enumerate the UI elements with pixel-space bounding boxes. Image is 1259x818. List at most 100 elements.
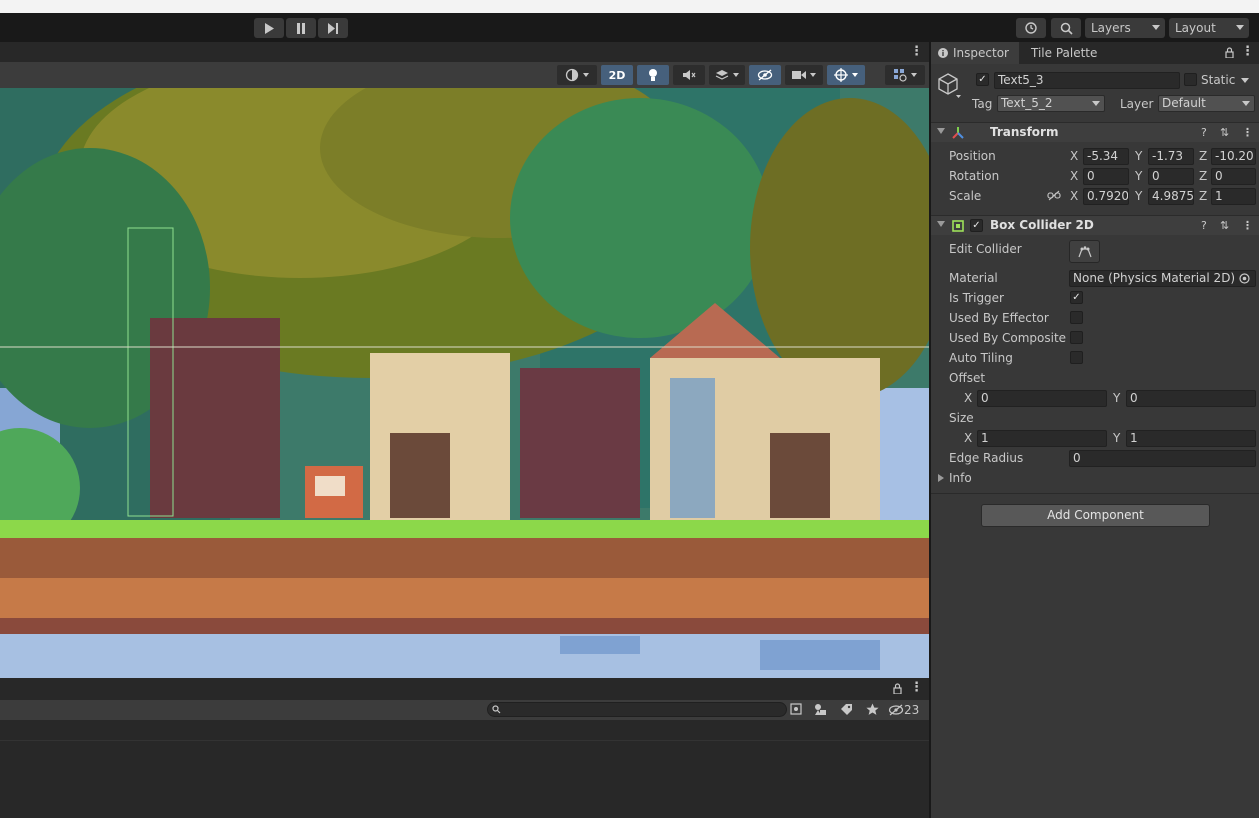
pause-button[interactable] (286, 18, 316, 38)
scene-view[interactable] (0, 88, 929, 678)
foldout-arrow-icon[interactable] (937, 128, 945, 134)
chevron-down-icon[interactable] (1241, 78, 1249, 83)
object-name-field[interactable]: Text5_3 (994, 72, 1180, 89)
step-button[interactable] (318, 18, 348, 38)
rotation-z-field[interactable]: 0 (1211, 168, 1256, 185)
project-search-input[interactable] (487, 702, 787, 717)
chevron-down-icon (1236, 25, 1244, 30)
info-circle-icon (938, 48, 948, 58)
scale-x-field[interactable]: 0.7920 (1083, 188, 1129, 205)
tab-tile-palette[interactable]: Tile Palette (1019, 42, 1109, 64)
edge-radius-label: Edge Radius (949, 451, 1024, 465)
size-x-field[interactable]: 1 (977, 430, 1107, 447)
chevron-down-icon (852, 73, 858, 77)
edge-radius-field[interactable]: 0 (1069, 450, 1256, 467)
offset-y-field[interactable]: 0 (1126, 390, 1256, 407)
tab-inspector-label: Inspector (953, 46, 1009, 60)
mode-2d-toggle[interactable]: 2D (601, 65, 633, 85)
play-button[interactable] (254, 18, 284, 38)
transform-title: Transform (990, 125, 1059, 139)
game-scene-illustration (0, 88, 929, 678)
tool-handle-dropdown[interactable] (827, 65, 865, 85)
project-panel-header: ⋮ (0, 678, 929, 700)
axis-x-label: X (1070, 189, 1079, 203)
lock-icon[interactable] (893, 683, 902, 694)
static-checkbox[interactable] (1184, 73, 1197, 86)
layer-dropdown[interactable]: Default (1158, 95, 1255, 112)
hidden-eye-icon (757, 69, 773, 81)
scale-y-field[interactable]: 4.9875 (1148, 188, 1194, 205)
project-content-area[interactable] (0, 720, 929, 818)
search-by-type-icon[interactable] (790, 703, 803, 716)
active-checkbox[interactable]: ✓ (976, 73, 989, 86)
box-collider-header[interactable]: ✓ Box Collider 2D ? ⇅ ⋮ (931, 215, 1259, 235)
chevron-down-icon (583, 73, 589, 77)
search-button[interactable] (1051, 18, 1081, 38)
play-icon (265, 22, 274, 34)
more-options-icon[interactable]: ⋮ (910, 44, 923, 59)
offset-label: Offset (949, 371, 986, 385)
layers-dropdown[interactable]: Layers (1085, 18, 1165, 38)
transform-header[interactable]: Transform ? ⇅ ⋮ (931, 122, 1259, 142)
camera-dropdown[interactable] (785, 65, 823, 85)
axis-x-label: X (964, 391, 973, 405)
chevron-down-icon (1092, 101, 1100, 106)
layout-dropdown[interactable]: Layout (1169, 18, 1249, 38)
chevron-down-icon (810, 73, 816, 77)
filter-by-type-icon[interactable] (814, 703, 827, 716)
position-y-field[interactable]: -1.73 (1148, 148, 1194, 165)
help-icon[interactable]: ? (1201, 219, 1207, 232)
help-icon[interactable]: ? (1201, 126, 1207, 139)
scene-visibility-toggle[interactable] (749, 65, 781, 85)
edit-shape-icon (1077, 245, 1092, 257)
box-collider-enabled-checkbox[interactable]: ✓ (970, 219, 983, 232)
unlinked-chain-icon[interactable] (1047, 190, 1061, 201)
info-foldout-label[interactable]: Info (949, 471, 972, 485)
tag-dropdown[interactable]: Text_5_2 (997, 95, 1105, 112)
offset-x-field[interactable]: 0 (977, 390, 1107, 407)
is-trigger-checkbox[interactable]: ✓ (1070, 291, 1083, 304)
presets-sliders-icon[interactable]: ⇅ (1220, 219, 1229, 232)
tab-inspector[interactable]: Inspector (931, 42, 1019, 64)
more-options-icon[interactable]: ⋮ (1241, 44, 1254, 59)
rotation-x-field[interactable]: 0 (1083, 168, 1129, 185)
effects-dropdown[interactable] (709, 65, 745, 85)
material-field[interactable]: None (Physics Material 2D) (1069, 270, 1256, 287)
component-menu-icon[interactable]: ⋮ (1242, 126, 1253, 139)
chevron-down-icon (1242, 101, 1250, 106)
lighting-toggle[interactable] (637, 65, 669, 85)
position-z-field[interactable]: -10.20 (1211, 148, 1256, 165)
object-picker-icon[interactable] (1239, 273, 1250, 284)
step-icon (327, 22, 338, 34)
label-tag-icon[interactable] (840, 703, 853, 716)
scale-z-field[interactable]: 1 (1211, 188, 1256, 205)
component-menu-icon[interactable]: ⋮ (1242, 219, 1253, 232)
layout-label: Layout (1175, 21, 1216, 35)
size-y-field[interactable]: 1 (1126, 430, 1256, 447)
add-component-button[interactable]: Add Component (981, 504, 1210, 527)
lock-icon[interactable] (1225, 47, 1234, 58)
project-list-row (0, 720, 929, 741)
draw-mode-dropdown[interactable] (557, 65, 597, 85)
axis-z-label: Z (1199, 169, 1208, 183)
rotation-y-field[interactable]: 0 (1148, 168, 1194, 185)
audio-toggle[interactable] (673, 65, 705, 85)
auto-tiling-checkbox[interactable] (1070, 351, 1083, 364)
gizmos-dropdown[interactable] (885, 65, 925, 85)
presets-sliders-icon[interactable]: ⇅ (1220, 126, 1229, 139)
used-by-composite-checkbox[interactable] (1070, 331, 1083, 344)
position-x-field[interactable]: -5.34 (1083, 148, 1129, 165)
favorite-star-icon[interactable] (866, 703, 879, 716)
history-button[interactable] (1016, 18, 1046, 38)
inspector-panel: Inspector Tile Palette ⋮ ✓ Text5_3 Stati… (931, 42, 1259, 818)
foldout-arrow-icon[interactable] (938, 474, 944, 482)
hidden-packages-toggle[interactable]: 23 (888, 701, 919, 719)
gameobject-cube-icon (938, 73, 961, 98)
foldout-arrow-icon[interactable] (937, 221, 945, 227)
effects-layers-icon (715, 70, 729, 80)
used-by-effector-checkbox[interactable] (1070, 311, 1083, 324)
edit-collider-button[interactable] (1069, 240, 1100, 263)
used-by-composite-label: Used By Composite (949, 331, 1067, 345)
is-trigger-label: Is Trigger (949, 291, 1004, 305)
more-options-icon[interactable]: ⋮ (910, 680, 923, 695)
